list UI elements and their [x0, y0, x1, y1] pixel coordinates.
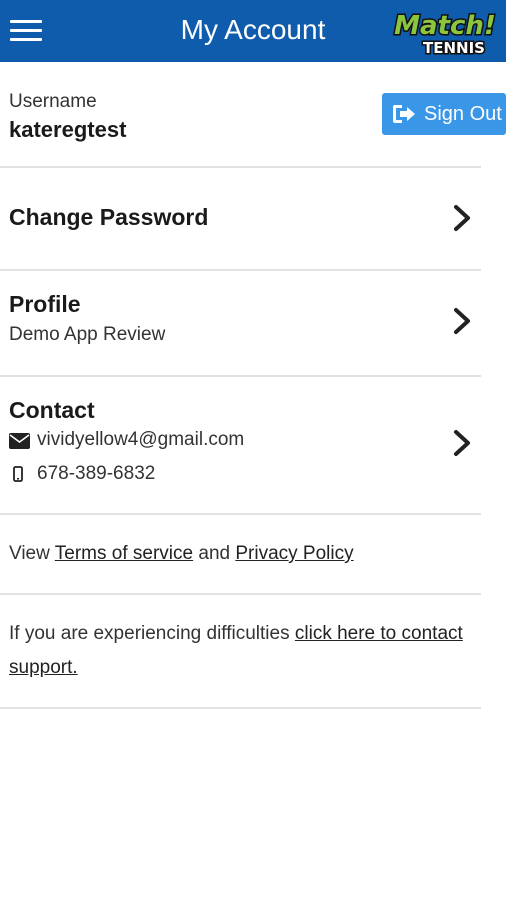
legal-links: View Terms of service and Privacy Policy	[9, 537, 354, 571]
sign-out-icon	[393, 105, 415, 123]
profile-label: Profile	[9, 291, 81, 317]
username-label: Username	[9, 91, 97, 112]
profile-row[interactable]: Profile Demo App Review	[0, 271, 481, 375]
privacy-policy-link[interactable]: Privacy Policy	[235, 543, 353, 564]
contact-row[interactable]: Contact vividyellow4@gmail.com 678-389-6…	[0, 377, 481, 513]
contact-label: Contact	[9, 397, 95, 423]
contact-email: vividyellow4@gmail.com	[37, 429, 245, 450]
chevron-right-icon	[454, 205, 470, 231]
legal-conjunction: and	[193, 543, 236, 564]
chevron-right-icon	[454, 308, 470, 334]
mobile-phone-icon	[13, 466, 23, 482]
change-password-label: Change Password	[9, 204, 209, 230]
divider	[0, 593, 481, 595]
sign-out-label: Sign Out	[424, 102, 502, 125]
match-tennis-logo: Match! TENNIS	[393, 10, 498, 59]
change-password-row[interactable]: Change Password	[0, 168, 481, 270]
contact-phone: 678-389-6832	[37, 463, 156, 484]
support-text: If you are experiencing difficulties cli…	[9, 617, 479, 685]
legal-prefix: View	[9, 543, 55, 564]
logo-match-text: Match!	[394, 11, 496, 41]
app-bar: My Account Match! TENNIS	[0, 0, 506, 62]
divider	[0, 513, 481, 515]
username-value: kateregtest	[9, 117, 127, 142]
terms-of-service-link[interactable]: Terms of service	[55, 543, 193, 564]
envelope-icon	[9, 433, 30, 449]
chevron-right-icon	[454, 430, 470, 456]
sign-out-button[interactable]: Sign Out	[382, 93, 506, 135]
divider	[0, 707, 481, 709]
logo-tennis-text: TENNIS	[423, 39, 485, 57]
support-prefix: If you are experiencing difficulties	[9, 623, 295, 644]
profile-value: Demo App Review	[9, 324, 166, 345]
